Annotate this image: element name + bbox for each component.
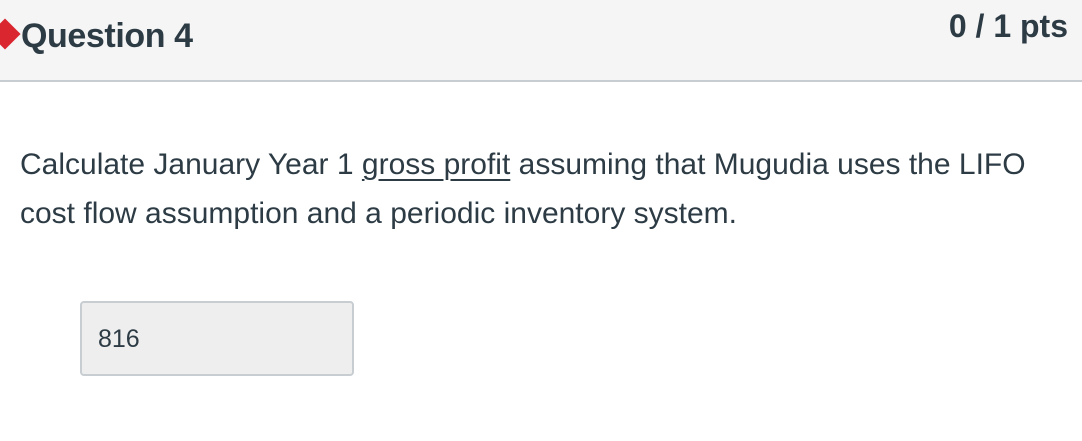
incorrect-answer-marker <box>0 18 21 50</box>
question-text: Calculate January Year 1 gross profit as… <box>20 140 1070 238</box>
gross-profit-link[interactable]: gross profit <box>362 148 510 181</box>
question-text-before-link: Calculate January Year 1 <box>20 148 362 181</box>
question-points: 0 / 1 pts <box>948 8 1068 44</box>
answer-value: 816 <box>98 325 140 353</box>
question-title: Question 4 <box>21 17 193 55</box>
answer-field: 816 <box>80 301 354 376</box>
question-header: Question 4 0 / 1 pts <box>0 0 1082 82</box>
question-card: Question 4 0 / 1 pts Calculate January Y… <box>0 0 1082 441</box>
